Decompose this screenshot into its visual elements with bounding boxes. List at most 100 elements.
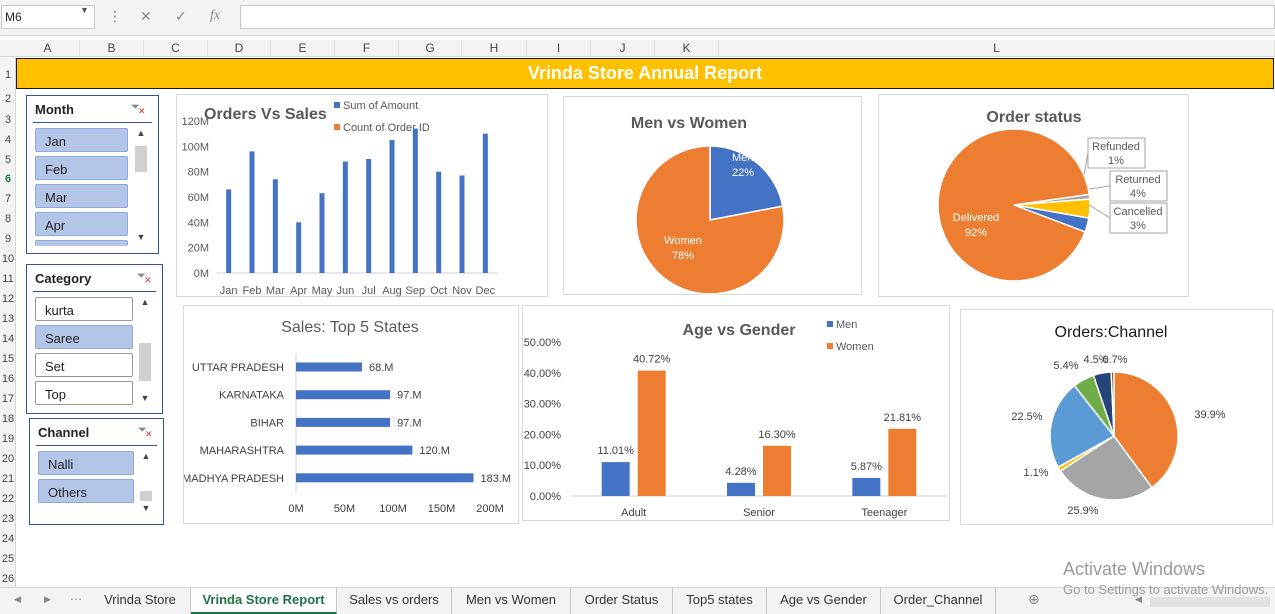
men-vs-women-chart[interactable]: Men vs Women Men 22% Women 78%: [563, 96, 862, 295]
callout-value: 1%: [1108, 155, 1124, 167]
tab-men-vs-women[interactable]: Men vs Women: [452, 588, 571, 614]
row-header-9[interactable]: 9: [0, 233, 16, 245]
slicer-item-apr[interactable]: Apr: [35, 212, 128, 236]
formula-input[interactable]: [240, 5, 1275, 29]
order-status-chart[interactable]: Order status Delivered 92% Refunded 1% Return…: [878, 94, 1189, 297]
column-header-f[interactable]: F: [335, 40, 399, 57]
row-header-23[interactable]: 23: [0, 513, 16, 525]
tab-scroll-left-icon[interactable]: ◀: [14, 594, 21, 605]
slicer-item-top[interactable]: Top: [35, 381, 133, 405]
clear-filter-icon[interactable]: ⏷ ✕: [131, 101, 146, 116]
orders-channel-chart[interactable]: Orders:Channel 39.9% 25.9% 1.1% 22.5% 5.4% 4.5…: [960, 309, 1273, 525]
row-header-19[interactable]: 19: [0, 433, 16, 445]
chevron-down-icon[interactable]: ▼: [80, 5, 89, 15]
tab-top5-states[interactable]: Top5 states: [673, 588, 767, 614]
slicer-scrollbar[interactable]: ▲ ▼: [140, 451, 152, 517]
bar: [459, 175, 465, 273]
x-tick-label: Jan: [220, 285, 238, 297]
y-tick-label: MADHYA PRADESH: [184, 473, 284, 485]
row-header-7[interactable]: 7: [0, 193, 16, 205]
row-header-12[interactable]: 12: [0, 293, 16, 305]
slicer-item-mar[interactable]: Mar: [35, 184, 128, 208]
x-tick-label: Adult: [621, 507, 646, 519]
row-header-20[interactable]: 20: [0, 453, 16, 465]
age-vs-gender-chart[interactable]: Age vs Gender Men Women 0.00% 10.00% 20.00% 30…: [522, 305, 950, 521]
row-header-15[interactable]: 15: [0, 353, 16, 365]
orders-vs-sales-chart[interactable]: Orders Vs Sales Sum of Amount Count of Ord…: [176, 94, 548, 297]
row-header-4[interactable]: 4: [0, 134, 16, 146]
column-header-j[interactable]: J: [591, 40, 655, 57]
slicer-scrollbar[interactable]: ▲ ▼: [139, 297, 151, 407]
slicer-item-saree[interactable]: Saree: [35, 325, 133, 349]
scroll-down-icon[interactable]: ▼: [139, 393, 151, 403]
tab-vrinda-store[interactable]: Vrinda Store: [90, 588, 191, 614]
row-header-26[interactable]: 26: [0, 573, 16, 585]
column-header-k[interactable]: K: [655, 40, 719, 57]
slicer-item-more[interactable]: [35, 240, 128, 246]
row-header-3[interactable]: 3: [0, 114, 16, 126]
data-label: 11.01%: [597, 445, 634, 457]
cancel-icon[interactable]: ✕: [140, 8, 152, 25]
slicer-item-jan[interactable]: Jan: [35, 128, 128, 152]
row-header-1[interactable]: 1: [0, 69, 16, 81]
more-options-icon[interactable]: ⋮: [108, 8, 122, 25]
slicer-item-others[interactable]: Others: [38, 479, 134, 503]
column-header-g[interactable]: G: [399, 40, 462, 57]
row-header-22[interactable]: 22: [0, 493, 16, 505]
tab-age-vs-gender[interactable]: Age vs Gender: [767, 588, 881, 614]
row-header-10[interactable]: 10: [0, 253, 16, 265]
column-header-l[interactable]: L: [719, 40, 1275, 57]
tab-scroll-right-icon[interactable]: ▶: [44, 594, 51, 605]
scroll-up-icon[interactable]: ▲: [135, 128, 147, 138]
row-header-2[interactable]: 2: [0, 93, 16, 105]
scroll-up-icon[interactable]: ▲: [140, 451, 152, 461]
column-header-a[interactable]: A: [16, 40, 80, 57]
add-sheet-icon[interactable]: ⊕: [1028, 591, 1040, 608]
column-header-h[interactable]: H: [462, 40, 527, 57]
data-label: 16.30%: [758, 429, 796, 441]
slicer-item-kurta[interactable]: kurta: [35, 297, 133, 321]
tab-vrinda-store-report[interactable]: Vrinda Store Report: [191, 588, 337, 614]
row-header-11[interactable]: 11: [0, 273, 16, 285]
slicer-item-set[interactable]: Set: [35, 353, 133, 377]
row-header-24[interactable]: 24: [0, 533, 16, 545]
row-header-8[interactable]: 8: [0, 213, 16, 225]
scroll-thumb[interactable]: [139, 343, 151, 381]
x-tick-label: 100M: [379, 503, 407, 515]
column-header-c[interactable]: C: [144, 40, 208, 57]
top5-states-chart[interactable]: Sales: Top 5 States UTTAR PRADESH 68.M KARN…: [182, 305, 519, 524]
clear-filter-icon[interactable]: ⏷ ✕: [138, 424, 153, 439]
row-header-5[interactable]: 5: [0, 154, 16, 166]
bar: [319, 193, 325, 273]
row-header-17[interactable]: 17: [0, 393, 16, 405]
tab-sales-vs-orders[interactable]: Sales vs orders: [337, 588, 452, 614]
scroll-down-icon[interactable]: ▼: [135, 232, 147, 242]
row-header-13[interactable]: 13: [0, 313, 16, 325]
tab-order-status[interactable]: Order Status: [571, 588, 673, 614]
horizontal-scrollbar[interactable]: [1150, 597, 1270, 607]
tab-order-channel[interactable]: Order_Channel: [881, 588, 996, 614]
more-tabs-icon[interactable]: ⋯: [70, 592, 82, 606]
scroll-thumb[interactable]: [140, 491, 152, 501]
column-header-b[interactable]: B: [80, 40, 144, 57]
scroll-up-icon[interactable]: ▲: [139, 297, 151, 307]
insert-function-icon[interactable]: fx: [210, 8, 220, 24]
bar: [226, 189, 232, 273]
scroll-thumb[interactable]: [135, 146, 147, 172]
row-header-16[interactable]: 16: [0, 373, 16, 385]
clear-filter-icon[interactable]: ⏷ ✕: [137, 270, 152, 285]
slicer-scrollbar[interactable]: ▲ ▼: [135, 128, 147, 246]
scroll-down-icon[interactable]: ▼: [140, 503, 152, 513]
row-header-6[interactable]: 6: [0, 173, 16, 185]
row-header-18[interactable]: 18: [0, 413, 16, 425]
row-header-25[interactable]: 25: [0, 553, 16, 565]
row-header-14[interactable]: 14: [0, 333, 16, 345]
slicer-divider: [33, 122, 152, 123]
column-header-e[interactable]: E: [271, 40, 335, 57]
column-header-d[interactable]: D: [208, 40, 271, 57]
slicer-item-feb[interactable]: Feb: [35, 156, 128, 180]
column-header-i[interactable]: I: [527, 40, 591, 57]
row-header-21[interactable]: 21: [0, 473, 16, 485]
enter-icon[interactable]: ✓: [175, 8, 187, 25]
slicer-item-nalli[interactable]: Nalli: [38, 451, 134, 475]
